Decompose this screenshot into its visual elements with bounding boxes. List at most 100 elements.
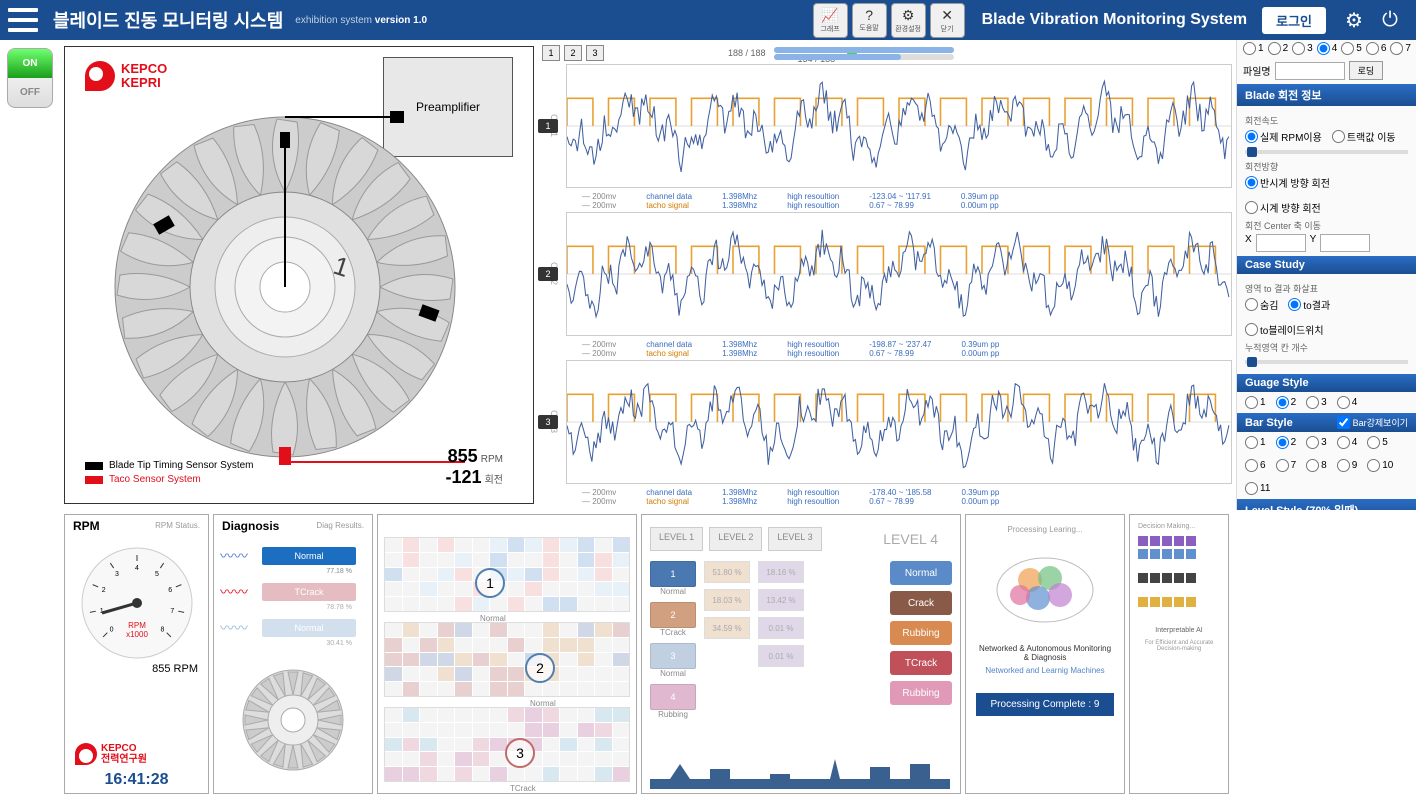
bar-opts-6[interactable]: 7 [1276, 459, 1297, 472]
bar-force-check[interactable] [1337, 416, 1350, 429]
acc-slider[interactable] [1245, 360, 1408, 364]
bar-opts-3[interactable]: 4 [1337, 436, 1358, 449]
rpm-value: 855 [448, 446, 478, 466]
chart-tab-2[interactable]: 2 [564, 45, 582, 61]
section-blade: Blade 회전 정보 [1237, 84, 1416, 106]
result-rubbing: Rubbing [890, 621, 952, 645]
gauge-opts-0[interactable]: 1 [1245, 396, 1266, 409]
settings-button[interactable]: ⚙환경설정 [891, 3, 926, 38]
radio-track[interactable]: 트랙값 이동 [1332, 129, 1396, 144]
brain-icon [990, 550, 1100, 630]
svg-text:6: 6 [168, 587, 172, 594]
bar-opts-4[interactable]: 5 [1367, 436, 1388, 449]
login-button[interactable]: 로그인 [1262, 7, 1326, 34]
close-button[interactable]: ✕닫기 [930, 3, 965, 38]
graph-button[interactable]: 📈그래프 [813, 3, 848, 38]
result-normal: Normal [890, 561, 952, 585]
gauge-opts-2[interactable]: 3 [1306, 396, 1327, 409]
diagnosis-panel: Diagnosis Diag Results. 〰〰 Normal77.18 %… [213, 514, 373, 794]
top-radio-2[interactable]: 2 [1268, 42, 1289, 55]
bar-opts-8[interactable]: 9 [1337, 459, 1358, 472]
top-radio-6[interactable]: 6 [1366, 42, 1387, 55]
bar-opts-0[interactable]: 1 [1245, 436, 1266, 449]
svg-text:7: 7 [170, 608, 174, 615]
top-radio-7[interactable]: 7 [1390, 42, 1411, 55]
svg-text:RPM: RPM [128, 621, 146, 630]
section-bar: Bar Style Bar강제보이기 [1237, 413, 1416, 432]
load-button[interactable]: 로딩 [1349, 61, 1384, 80]
radio-hide[interactable]: 숨김 [1245, 297, 1278, 312]
svg-text:4: 4 [135, 565, 139, 572]
section-gauge: Guage Style [1237, 374, 1416, 392]
bar-opts-9[interactable]: 10 [1367, 459, 1393, 472]
bar-opts-5[interactable]: 6 [1245, 459, 1266, 472]
wave-icon-lt: 〰〰 [220, 618, 248, 638]
filename-input[interactable] [1275, 62, 1345, 80]
turbine-blade-svg: 1 [105, 107, 465, 467]
section-level: Level Style (70% 일때) [1237, 499, 1416, 510]
level-tab-4[interactable]: LEVEL 4 [869, 527, 952, 551]
rpm-gauge-icon: 012345678 RPM x1000 [77, 543, 197, 663]
top-radio-1[interactable]: 1 [1243, 42, 1264, 55]
gear-icon[interactable]: ⚙ [1340, 6, 1368, 34]
help-button[interactable]: ?도움말 [852, 3, 887, 38]
gauge-opts-1[interactable]: 2 [1276, 396, 1297, 409]
top-radio-5[interactable]: 5 [1341, 42, 1362, 55]
legend-taco: Taco Sensor System [109, 474, 201, 485]
radio-real-rpm[interactable]: 실제 RPM이용 [1245, 129, 1322, 144]
level-tab-2[interactable]: LEVEL 2 [709, 527, 762, 551]
gauge-opts-3[interactable]: 4 [1337, 396, 1358, 409]
chart-tab-3[interactable]: 3 [586, 45, 604, 61]
bar-opts-10[interactable]: 11 [1245, 482, 1270, 495]
level-tab-3[interactable]: LEVEL 3 [768, 527, 821, 551]
svg-text:2: 2 [101, 587, 105, 594]
radio-cw[interactable]: 시계 방향 회전 [1245, 200, 1321, 215]
result-rubbing: Rubbing [890, 681, 952, 705]
result-crack: Crack [890, 591, 952, 615]
bar-opts-2[interactable]: 3 [1306, 436, 1327, 449]
kepco-logo-text: KEPCO KEPRI [121, 62, 167, 91]
menu-icon[interactable] [8, 8, 38, 32]
rpm-readout: 855 RPM [65, 663, 208, 675]
legend-tip: Blade Tip Timing Sensor System [109, 460, 254, 471]
rotation-value: -121 [446, 467, 482, 487]
level-tab-1[interactable]: LEVEL 1 [650, 527, 703, 551]
center-x-input[interactable] [1256, 234, 1306, 252]
radio-ccw[interactable]: 반시계 방향 회전 [1245, 175, 1330, 190]
wave-icon: 〰〰 [220, 546, 248, 566]
center-y-input[interactable] [1320, 234, 1370, 252]
bar-opts-1[interactable]: 2 [1276, 436, 1297, 449]
speed-slider[interactable] [1245, 150, 1408, 154]
app-title-en: Blade Vibration Monitoring System [982, 11, 1248, 29]
svg-text:8: 8 [160, 626, 164, 633]
power-toggle[interactable]: ON OFF [7, 48, 53, 108]
processing-status: Processing Complete : 9 [976, 693, 1114, 716]
top-radio-4[interactable]: 4 [1317, 42, 1338, 55]
radio-tores[interactable]: to결과 [1288, 297, 1330, 312]
progress-top: 188 / 188 [728, 48, 766, 58]
diag-tcrack[interactable]: TCrack78.78 % [262, 583, 356, 601]
svg-text:5: 5 [155, 571, 159, 578]
svg-text:x1000: x1000 [126, 630, 148, 639]
chart-tab-1[interactable]: 1 [542, 45, 560, 61]
power-icon[interactable]: ⏻ [1376, 6, 1404, 34]
radio-toblade[interactable]: to블레이드위치 [1245, 322, 1324, 337]
kepco-logo-icon [85, 61, 115, 91]
result-tcrack: TCrack [890, 651, 952, 675]
app-title-ko: 블레이드 진동 모니터링 시스템 [53, 7, 283, 33]
settings-sidebar: 1234567 파일명 로딩 Blade 회전 정보 회전속도 실제 RPM이용… [1236, 40, 1416, 510]
brain-panel: Processing Learing... Networked & Autono… [965, 514, 1125, 794]
turbine-diagram-panel: KEPCO KEPRI Preamplifier 1 Bla [64, 46, 534, 504]
diag-normal-2[interactable]: Normal30.41 % [262, 619, 356, 637]
top-radio-3[interactable]: 3 [1292, 42, 1313, 55]
svg-text:3: 3 [115, 571, 119, 578]
heatmap-panel: 1Normal 2Normal 3TCrack [377, 514, 637, 794]
decision-panel: Decision Making... Interpretable AI For … [1129, 514, 1229, 794]
bar-opts-7[interactable]: 8 [1306, 459, 1327, 472]
clock: 16:41:28 [65, 771, 208, 789]
rpm-gauge-panel: RPM RPM Status. 012345678 RPM x1000 855 … [64, 514, 209, 794]
svg-text:0: 0 [109, 626, 113, 633]
wave-icon-red: 〰〰 [220, 582, 248, 602]
section-case: Case Study [1237, 256, 1416, 274]
diag-normal-1[interactable]: Normal77.18 % [262, 547, 356, 565]
